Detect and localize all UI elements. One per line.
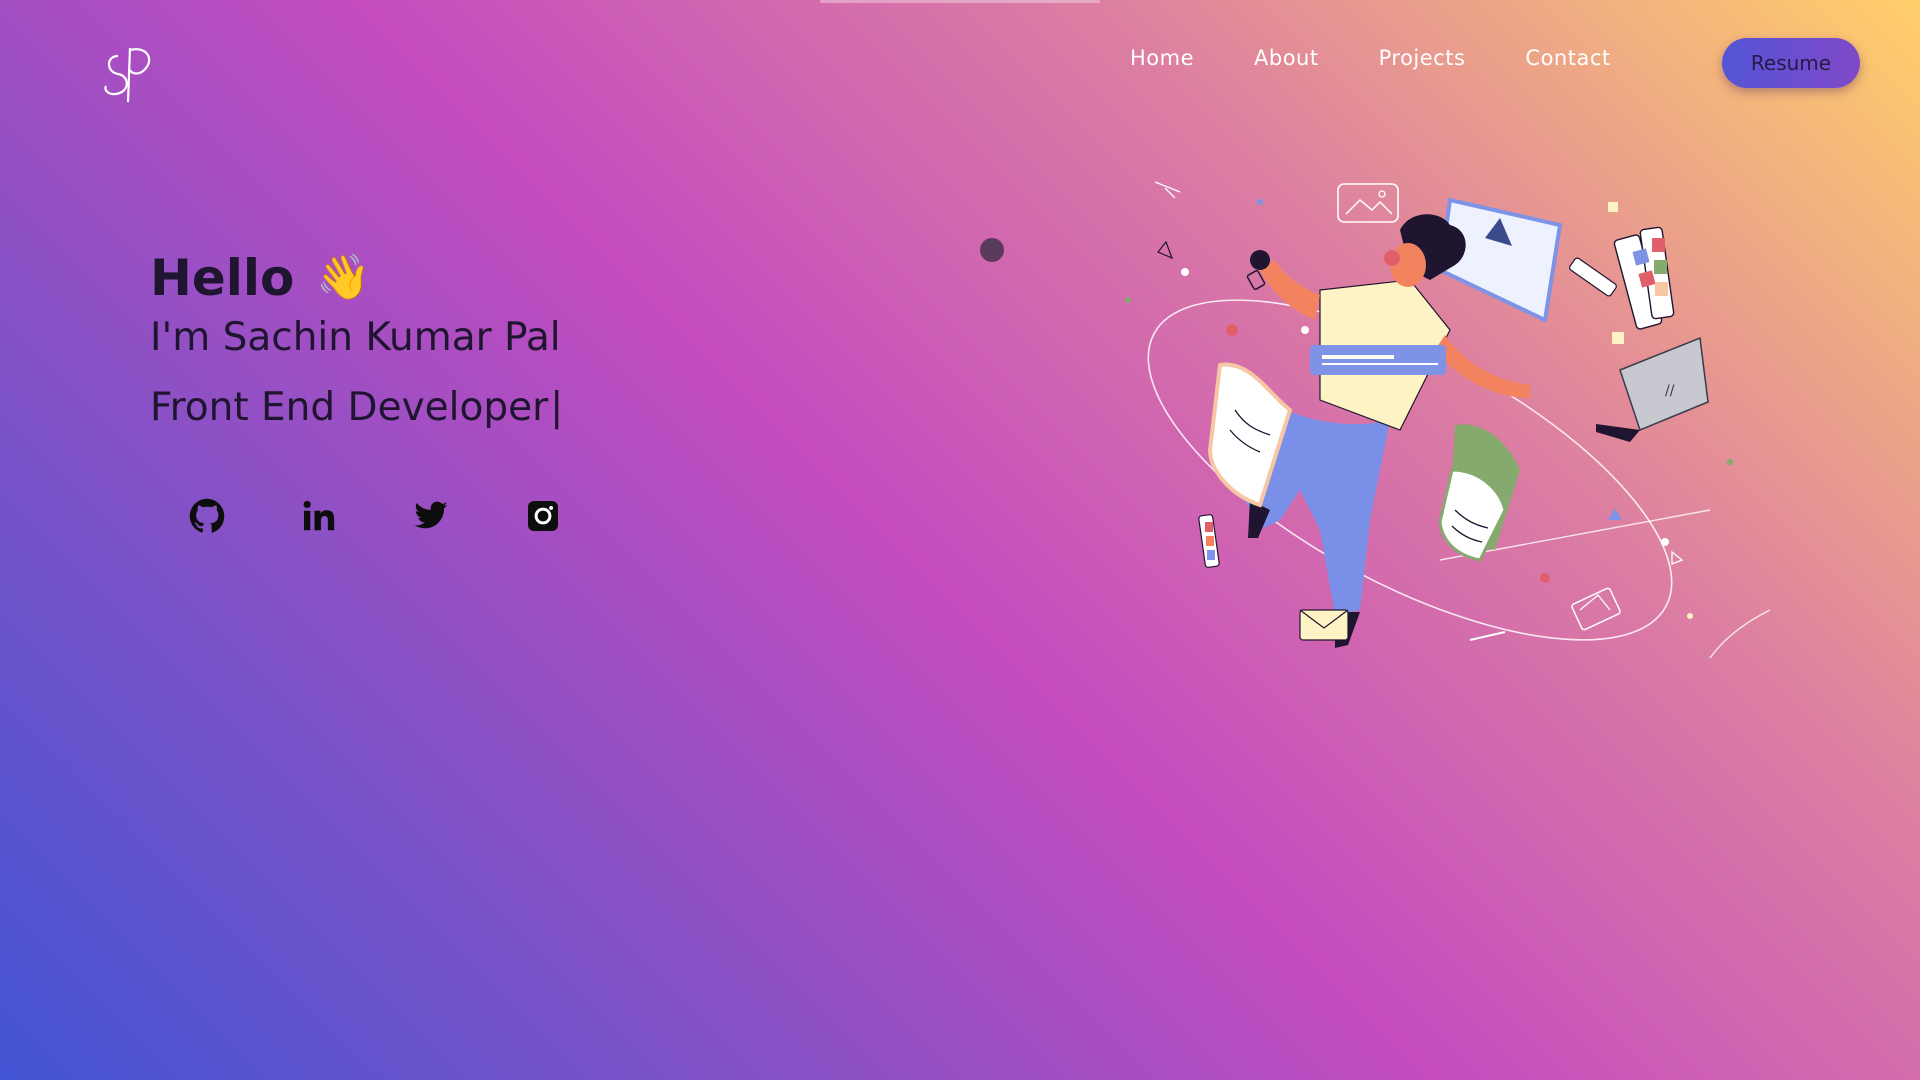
linkedin-link[interactable]: [297, 494, 341, 538]
nav-about[interactable]: About: [1254, 46, 1319, 70]
social-links: [185, 494, 633, 538]
nav-contact[interactable]: Contact: [1525, 46, 1610, 70]
decor-square: [1612, 332, 1624, 344]
decor-square: [1608, 202, 1618, 212]
nav-home[interactable]: Home: [1130, 46, 1194, 70]
document-right: [1438, 424, 1520, 562]
envelope-icon: [1299, 609, 1349, 641]
curve-line: [1709, 609, 1771, 659]
laptop-shape: //: [1596, 336, 1709, 442]
role-line: Front End Developer|: [150, 384, 563, 432]
color-swatch-card: [1613, 226, 1675, 330]
decorative-dot: [980, 238, 1004, 262]
image-frame-icon: [1337, 183, 1399, 223]
logo-icon: [104, 47, 151, 103]
twitter-link[interactable]: [409, 494, 453, 538]
envelope-outline-icon: [1571, 587, 1621, 631]
instagram-icon: [528, 501, 558, 531]
typing-cursor: |: [550, 385, 564, 430]
decor-dot: [1540, 573, 1550, 583]
linkedin-icon: [303, 500, 335, 531]
greeting-text: Hello: [150, 249, 295, 307]
decor-ruler: [1469, 631, 1506, 641]
decor-triangle-outline: [1671, 550, 1684, 565]
hero-section: Hello 👋 I'm Sachin Kumar Pal Front End D…: [150, 248, 563, 432]
top-accent-line: [820, 0, 1100, 3]
decor-dot: [1384, 250, 1400, 266]
resume-button[interactable]: Resume: [1722, 38, 1860, 88]
github-icon: [189, 498, 225, 533]
laptop-screen-text: //: [1665, 383, 1675, 399]
instagram-link[interactable]: [521, 494, 565, 538]
decor-dot: [1226, 324, 1238, 336]
palette-strip: [1198, 514, 1220, 568]
orbit-node: [1301, 326, 1309, 334]
decor-sparkle: [1154, 181, 1181, 199]
github-link[interactable]: [185, 494, 229, 538]
role-text: Front End Developer: [150, 385, 549, 430]
decor-dot: [1727, 459, 1733, 465]
twitter-icon: [414, 501, 448, 529]
orbit-node: [1661, 538, 1669, 546]
orbit-node: [1181, 268, 1189, 276]
code-bar-shape: [1310, 345, 1446, 375]
hero-illustration: //: [1125, 181, 1771, 659]
pen-nib-icon: [1157, 240, 1174, 260]
decor-dot: [1257, 199, 1263, 205]
main-nav: Home About Projects Contact: [1130, 46, 1671, 70]
pencil-shape: [1569, 257, 1617, 297]
name-heading: I'm Sachin Kumar Pal: [150, 315, 561, 360]
decor-triangle: [1608, 508, 1622, 520]
nav-projects[interactable]: Projects: [1379, 46, 1466, 70]
logo[interactable]: [96, 36, 166, 106]
greeting-line: Hello 👋: [150, 248, 563, 308]
wave-emoji: 👋: [316, 252, 372, 303]
decor-dot: [1687, 613, 1693, 619]
decor-dot: [1125, 297, 1131, 303]
